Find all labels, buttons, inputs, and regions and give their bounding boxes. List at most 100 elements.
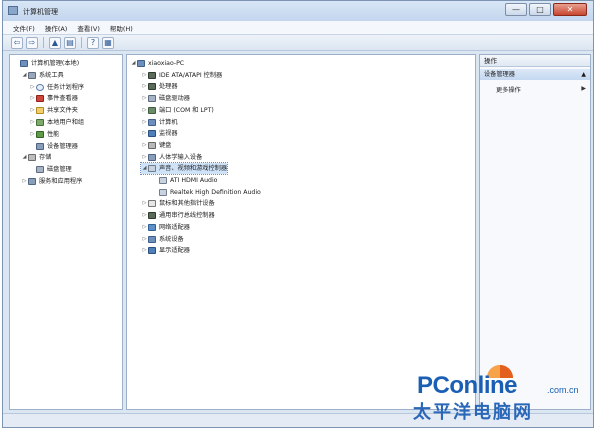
expand-triangle-icon[interactable]: ▷ — [29, 82, 36, 93]
device-tree-item[interactable]: Realtek High Definition Audio — [152, 187, 261, 198]
collapse-up-icon[interactable]: ▲ — [581, 69, 586, 80]
nav-tree-item[interactable]: ◢ 系统工具 — [21, 70, 64, 81]
expand-triangle-icon[interactable]: ▷ — [29, 93, 36, 104]
view-icon[interactable]: ▦ — [102, 36, 114, 49]
expand-triangle-icon[interactable]: ▷ — [141, 81, 148, 92]
expand-triangle-icon[interactable]: ▷ — [29, 117, 36, 128]
up-level-icon[interactable]: ▲ — [49, 36, 61, 49]
expand-triangle-icon[interactable]: ▷ — [141, 198, 148, 209]
nav-tree-item[interactable]: 计算机管理(本地) — [13, 58, 79, 69]
disk-icon — [148, 95, 156, 103]
expand-triangle-icon[interactable]: ▷ — [29, 105, 36, 116]
expand-triangle-icon[interactable]: ▷ — [21, 176, 28, 187]
device-tree-item[interactable]: ▷ 监视器 — [141, 128, 178, 139]
expand-triangle-icon[interactable]: ▷ — [141, 128, 148, 139]
audio-icon — [148, 165, 156, 173]
device-tree-item[interactable]: ▷ 人体学输入设备 — [141, 152, 202, 163]
device-tree-item[interactable]: ▷ 端口 (COM 和 LPT) — [141, 105, 214, 116]
close-button[interactable]: ✕ — [553, 3, 587, 16]
nav-tree-item[interactable]: ▷ 服务和应用程序 — [21, 176, 82, 187]
device-tree-item[interactable]: ◢ xiaoxiao-PC — [130, 58, 184, 69]
nav-tree-label: 设备管理器 — [47, 142, 78, 150]
nav-tree-label: 事件查看器 — [47, 95, 78, 103]
toolbar-divider — [81, 37, 82, 48]
nav-tree-item[interactable]: ▷ 共享文件夹 — [29, 105, 78, 116]
nav-tree-label: 磁盘管理 — [47, 166, 72, 174]
watermark-chinese: 太平洋电脑网 — [413, 402, 533, 423]
forward-arrow-icon[interactable]: ⇨ — [26, 36, 38, 49]
menu-file[interactable]: 文件(F) — [13, 23, 35, 33]
device-tree-item[interactable]: ▷ 显示适配器 — [141, 245, 190, 256]
device-tree-label: 鼠标和其他指针设备 — [159, 200, 215, 208]
device-tree-label: 显示适配器 — [159, 247, 190, 255]
chip-icon — [148, 212, 156, 220]
nav-tree-item[interactable]: 设备管理器 — [29, 141, 78, 152]
expand-triangle-icon[interactable]: ▷ — [141, 234, 148, 245]
monitor-icon — [148, 130, 156, 138]
device-tree-label: 系统设备 — [159, 235, 184, 243]
device-tree-item[interactable]: ▷ 通用串行总线控制器 — [141, 210, 215, 221]
more-actions-link[interactable]: 更多操作 — [496, 85, 521, 94]
computer-icon — [148, 118, 156, 126]
expand-triangle-icon[interactable]: ▷ — [141, 245, 148, 256]
title-bar[interactable]: 计算机管理 — □ ✕ — [3, 1, 593, 21]
computer-management-icon — [8, 6, 18, 15]
expand-triangle-icon[interactable]: ▷ — [141, 117, 148, 128]
nav-tree-item[interactable]: ▷ 任务计划程序 — [29, 82, 84, 93]
event-icon — [36, 95, 44, 103]
menu-action[interactable]: 操作(A) — [45, 23, 68, 33]
network-icon — [148, 223, 156, 231]
device-manager-icon — [36, 142, 44, 150]
collapse-triangle-icon[interactable]: ◢ — [130, 58, 137, 69]
device-tree-item[interactable]: ▷ 处理器 — [141, 81, 178, 92]
device-tree-item[interactable]: ▷ 网络适配器 — [141, 222, 190, 233]
back-arrow-icon[interactable]: ⇦ — [11, 36, 23, 49]
navigation-tree-pane[interactable]: 计算机管理(本地) ◢ 系统工具 ▷ 任务计划程序 ▷ 事件查看器 ▷ 共享文件夹 ▷ 本地用户和组… — [9, 54, 123, 410]
expand-triangle-icon[interactable]: ▷ — [141, 105, 148, 116]
expand-triangle-icon[interactable]: ▷ — [141, 140, 148, 151]
computer-icon — [20, 60, 28, 67]
nav-tree-item[interactable]: ◢ 存储 — [21, 152, 51, 163]
help-icon[interactable]: ? — [87, 36, 99, 49]
menu-help[interactable]: 帮助(H) — [110, 23, 133, 33]
collapse-triangle-icon[interactable]: ◢ — [21, 70, 28, 81]
nav-tree-item[interactable]: ▷ 事件查看器 — [29, 93, 78, 104]
properties-icon[interactable]: ▤ — [64, 36, 76, 49]
expand-triangle-icon[interactable]: ▷ — [141, 70, 148, 81]
nav-tree-item[interactable]: ▷ 性能 — [29, 129, 59, 140]
nav-tree-label: 服务和应用程序 — [39, 178, 83, 185]
menu-view[interactable]: 查看(V) — [77, 23, 100, 33]
actions-section-label: 设备管理器 — [484, 71, 515, 78]
expand-triangle-icon[interactable]: ▷ — [29, 129, 36, 140]
device-tree-item[interactable]: ATI HDMI Audio — [152, 175, 217, 186]
device-tree-item[interactable]: ▷ 磁盘驱动器 — [141, 93, 190, 104]
device-tree-item[interactable]: ▷ IDE ATA/ATAPI 控制器 — [141, 70, 222, 81]
expand-triangle-icon[interactable]: ▷ — [141, 152, 148, 163]
device-tree-item[interactable]: ▷ 鼠标和其他指针设备 — [141, 198, 215, 209]
watermark-domain: .com.cn — [547, 385, 579, 395]
device-icon — [148, 153, 156, 161]
device-tree-item[interactable]: ▷ 系统设备 — [141, 234, 184, 245]
expand-triangle-icon[interactable]: ▷ — [141, 210, 148, 221]
expand-triangle-icon[interactable]: ▷ — [141, 222, 148, 233]
device-tree-item[interactable]: ◢ 声音、视频和游戏控制器 — [139, 162, 229, 176]
minimize-button[interactable]: — — [505, 3, 527, 16]
maximize-button[interactable]: □ — [529, 3, 551, 16]
users-icon — [36, 119, 44, 126]
device-tree-label: Realtek High Definition Audio — [170, 188, 261, 196]
clock-icon — [36, 83, 44, 91]
nav-tree-item[interactable]: ▷ 本地用户和组 — [29, 117, 84, 128]
device-tree-label: 端口 (COM 和 LPT) — [159, 106, 214, 114]
actions-section-device-manager[interactable]: 设备管理器 ▲ — [480, 69, 590, 80]
collapse-triangle-icon[interactable]: ◢ — [141, 163, 148, 174]
nav-tree-item[interactable]: 磁盘管理 — [29, 164, 72, 175]
device-tree-item[interactable]: ▷ 计算机 — [141, 117, 178, 128]
device-tree-item[interactable]: ▷ 键盘 — [141, 140, 171, 151]
nav-tree-label: 性能 — [47, 130, 60, 138]
collapse-triangle-icon[interactable]: ◢ — [21, 152, 28, 163]
device-tree-label: 监视器 — [159, 130, 178, 138]
device-tree-label: 声音、视频和游戏控制器 — [159, 165, 228, 173]
nav-tree-label: 共享文件夹 — [47, 107, 78, 115]
submenu-arrow-icon[interactable]: ▶ — [581, 85, 586, 92]
expand-triangle-icon[interactable]: ▷ — [141, 93, 148, 104]
